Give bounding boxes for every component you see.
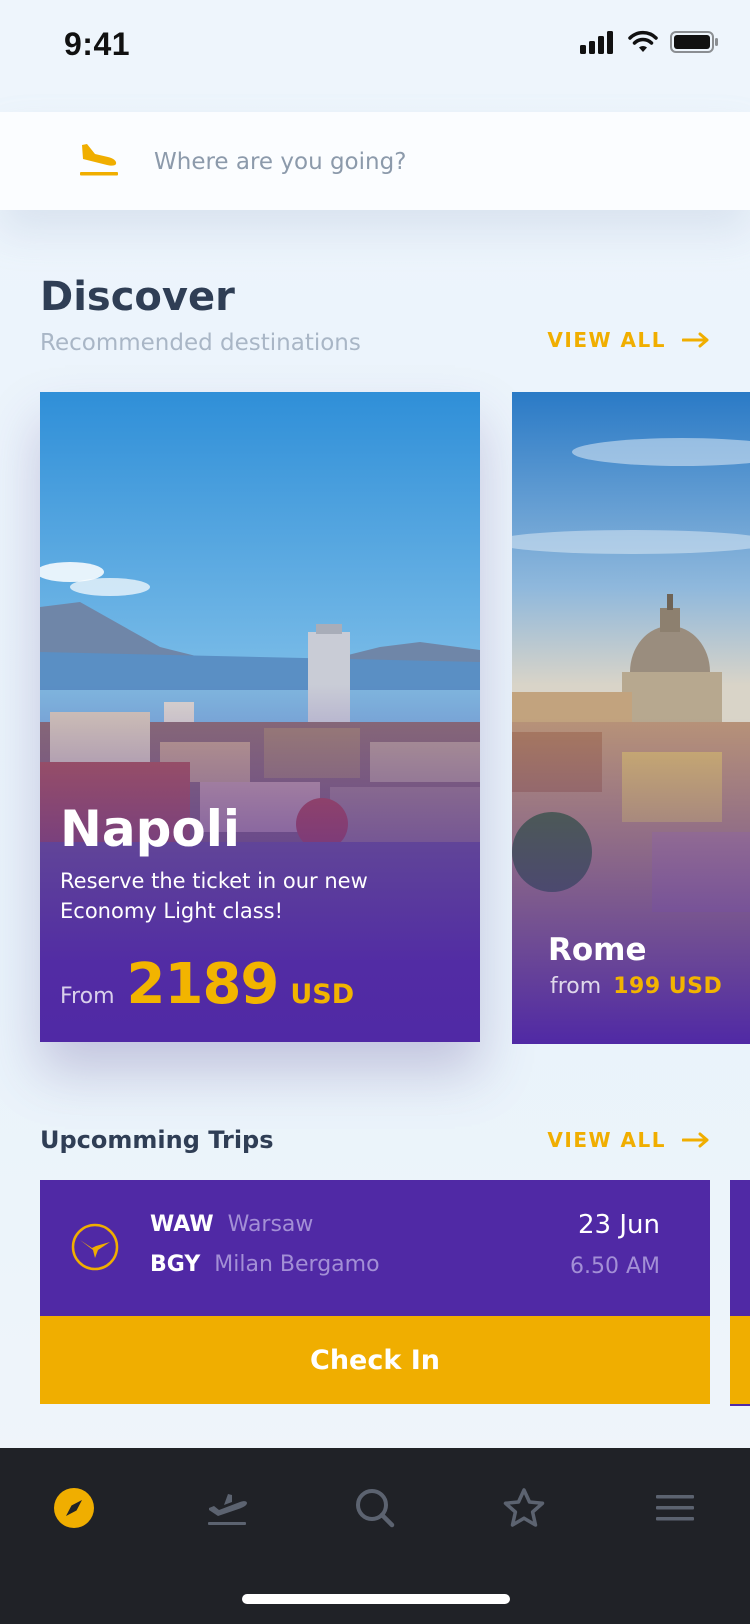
card-city-name: Rome xyxy=(548,932,647,968)
napoli-photo xyxy=(40,392,480,1042)
view-all-label: VIEW ALL xyxy=(547,1128,666,1152)
home-indicator[interactable] xyxy=(242,1594,510,1604)
origin-city: Warsaw xyxy=(227,1212,314,1237)
trip-origin: WAW Warsaw xyxy=(150,1212,313,1237)
trip-details: WAW Warsaw BGY Milan Bergamo 23 Jun 6.50… xyxy=(40,1180,710,1316)
battery-icon xyxy=(670,31,718,53)
app-screen: 9:41 Where are you going? Discover Recom… xyxy=(0,0,750,1624)
origin-code: WAW xyxy=(150,1212,214,1237)
trips-title: Upcomming Trips xyxy=(40,1126,274,1154)
trip-destination: BGY Milan Bergamo xyxy=(150,1252,380,1277)
card-city-name: Napoli xyxy=(60,800,241,858)
airline-logo-icon xyxy=(71,1223,119,1271)
destination-card-napoli[interactable]: Napoli Reserve the ticket in our new Eco… xyxy=(40,392,480,1042)
compass-icon xyxy=(54,1488,94,1528)
card-price: from 199 USD xyxy=(550,974,722,999)
next-trip-card-peek[interactable] xyxy=(730,1180,750,1406)
price-amount: 199 USD xyxy=(613,974,723,999)
discover-title: Discover xyxy=(40,274,235,320)
discover-subtitle: Recommended destinations xyxy=(40,330,361,356)
star-icon xyxy=(503,1488,545,1527)
hamburger-icon xyxy=(656,1495,694,1521)
discover-view-all-link[interactable]: VIEW ALL xyxy=(547,328,710,352)
search-input[interactable] xyxy=(154,140,674,184)
destination-code: BGY xyxy=(150,1252,201,1277)
status-bar: 9:41 xyxy=(0,0,750,90)
arrow-right-icon xyxy=(682,1132,709,1148)
plane-departure-icon xyxy=(208,1494,247,1525)
view-all-label: VIEW ALL xyxy=(547,328,666,352)
next-trip-check-in-peek xyxy=(730,1316,750,1404)
status-time: 9:41 xyxy=(64,26,131,62)
trip-card[interactable]: WAW Warsaw BGY Milan Bergamo 23 Jun 6.50… xyxy=(40,1180,710,1404)
price-from-label: From xyxy=(60,984,115,1009)
trip-time: 6.50 AM xyxy=(569,1254,660,1279)
tab-search[interactable] xyxy=(345,1478,405,1538)
plane-landing-icon xyxy=(78,140,122,184)
tab-favorites[interactable] xyxy=(494,1478,554,1538)
cellular-signal-icon xyxy=(580,31,613,54)
destination-card-rome[interactable]: Rome from 199 USD xyxy=(512,392,750,1044)
price-currency: USD xyxy=(290,979,355,1010)
search-icon xyxy=(356,1489,395,1528)
trip-date: 23 Jun xyxy=(578,1210,660,1240)
search-bar xyxy=(0,112,750,210)
price-amount: 2189 xyxy=(126,952,280,1017)
price-from-label: from xyxy=(550,974,602,999)
wifi-icon xyxy=(628,30,658,52)
card-price: From 2189 USD xyxy=(60,952,354,1017)
arrow-right-icon xyxy=(682,332,709,348)
tab-menu[interactable] xyxy=(645,1478,705,1538)
check-in-button[interactable]: Check In xyxy=(40,1316,710,1404)
status-icons xyxy=(580,30,720,54)
trips-view-all-link[interactable]: VIEW ALL xyxy=(547,1128,710,1152)
destination-city: Milan Bergamo xyxy=(214,1252,380,1277)
tab-discover[interactable] xyxy=(44,1478,104,1538)
card-description: Reserve the ticket in our new Economy Li… xyxy=(60,869,368,923)
tab-flights[interactable] xyxy=(198,1478,258,1538)
